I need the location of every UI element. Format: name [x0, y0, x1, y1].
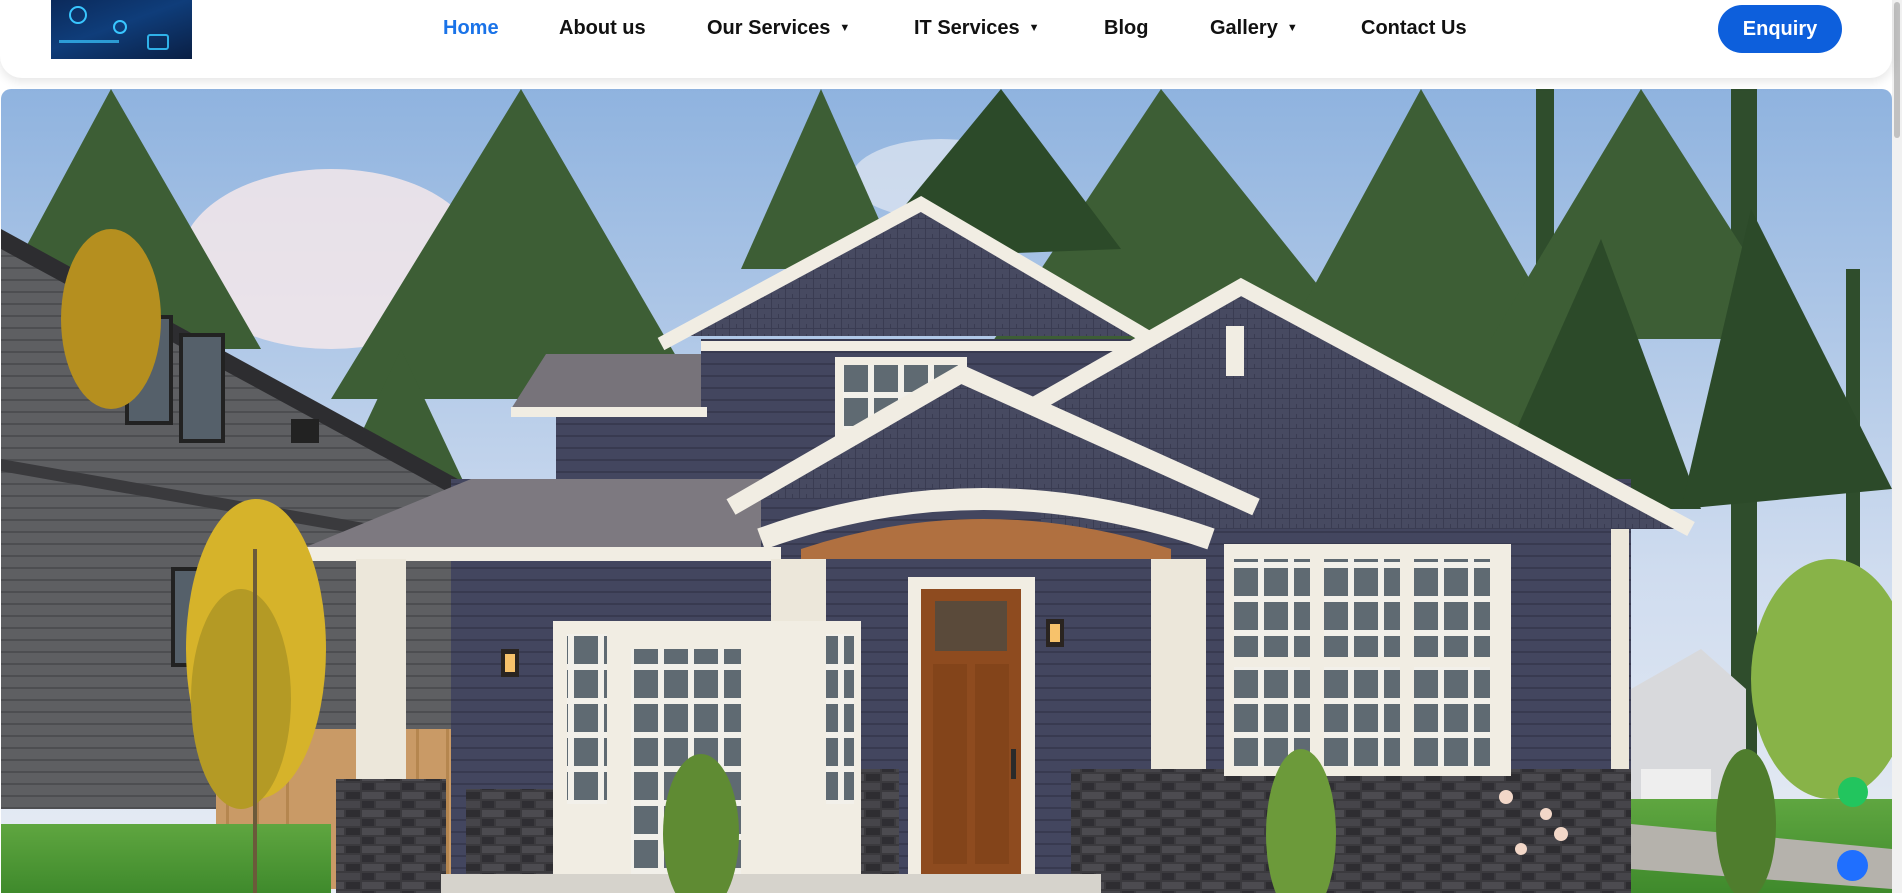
nav-contact-us[interactable]: Contact Us	[1361, 17, 1467, 40]
call-icon[interactable]	[1837, 850, 1868, 881]
nav-home[interactable]: Home	[443, 17, 499, 40]
nav-blog-label: Blog	[1104, 17, 1149, 39]
whatsapp-icon[interactable]	[1838, 777, 1868, 807]
nav-about-us-label: About us	[559, 17, 646, 39]
enquiry-button[interactable]: Enquiry	[1718, 5, 1842, 53]
nav-it-services-label: IT Services	[914, 17, 1020, 39]
page-scrollbar[interactable]	[1892, 0, 1902, 893]
nav-our-services[interactable]: Our Services ▼	[707, 17, 850, 40]
nav-our-services-label: Our Services	[707, 17, 831, 39]
hero-image	[1, 89, 1892, 893]
scrollbar-thumb[interactable]	[1894, 2, 1900, 138]
nav-it-services[interactable]: IT Services ▼	[914, 17, 1040, 40]
nav-blog[interactable]: Blog	[1104, 17, 1148, 40]
nav-gallery-label: Gallery	[1210, 17, 1278, 39]
nav-about-us[interactable]: About us	[559, 17, 646, 40]
site-header: Home About us Our Services ▼ IT Services ▼…	[0, 0, 1892, 78]
nav-contact-us-label: Contact Us	[1361, 17, 1467, 39]
nav-home-label: Home	[443, 17, 499, 39]
chevron-down-icon: ▼	[1028, 22, 1040, 34]
chevron-down-icon: ▼	[839, 22, 851, 34]
chevron-down-icon: ▼	[1286, 22, 1298, 34]
company-logo[interactable]	[51, 0, 192, 59]
nav-gallery[interactable]: Gallery ▼	[1210, 17, 1298, 40]
